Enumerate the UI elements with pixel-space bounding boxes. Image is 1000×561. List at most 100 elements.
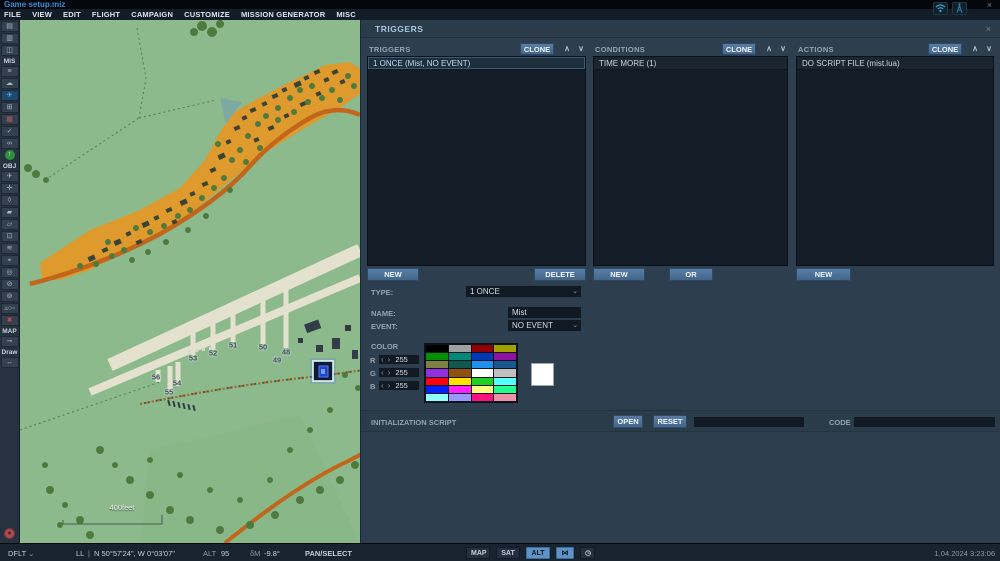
menu-view[interactable]: VIEW [32,10,52,19]
actions-move-up-icon[interactable]: ∧ [972,44,978,53]
alt-mode-button[interactable]: ALT [526,547,550,559]
briefing-icon[interactable]: ≡ [0,66,19,77]
palette-swatch[interactable] [448,377,471,385]
actions-clone-button[interactable]: CLONE [928,43,962,55]
map-shapes-icon[interactable]: ▵○▫ [0,303,19,314]
add-airplane-icon[interactable]: ✈ [0,171,19,182]
mission-goals-icon[interactable]: ✓ [0,126,19,137]
palette-swatch[interactable] [494,369,516,377]
palette-swatch[interactable] [471,369,494,377]
map-canvas[interactable] [20,20,360,543]
condition-or-button[interactable]: OR [669,268,713,281]
conditions-clone-button[interactable]: CLONE [722,43,756,55]
actions-list-item[interactable]: DO SCRIPT FILE (mist.lua) [797,57,993,70]
palette-swatch[interactable] [448,385,471,393]
open-mission-icon[interactable]: ▥ [0,33,19,44]
triggers-list-item[interactable]: 1 ONCE (Mist, NO EVENT) [368,57,585,70]
measure-distance-icon[interactable]: ↔ [0,357,19,368]
selected-unit-marker[interactable] [310,358,336,384]
triggers-list[interactable]: 1 ONCE (Mist, NO EVENT) [367,56,586,266]
spin-right-icon[interactable]: › [386,355,393,364]
palette-swatch[interactable] [494,353,516,361]
palette-swatch[interactable] [426,345,448,353]
actions-list[interactable]: DO SCRIPT FILE (mist.lua) [796,56,994,266]
menu-file[interactable]: FILE [4,10,21,19]
conditions-move-up-icon[interactable]: ∧ [766,44,772,53]
unit-placement-icon[interactable]: ⊞ [0,102,19,113]
type-dropdown[interactable]: 1 ONCE ⌄ [465,285,582,298]
add-ship-icon[interactable]: ◊ [0,195,19,206]
name-input[interactable] [507,306,582,319]
palette-swatch[interactable] [426,385,448,393]
sat-mode-button[interactable]: SAT [496,547,520,559]
notification-icon[interactable]: ● [4,528,15,539]
layer-selector[interactable]: DFLT ⌄ [8,549,34,558]
palette-swatch[interactable] [471,377,494,385]
map-key-icon[interactable]: ⊸ [0,336,19,347]
map-mode-button[interactable]: MAP [466,547,490,559]
add-template-icon[interactable]: ⊡ [0,231,19,242]
palette-swatch[interactable] [494,377,516,385]
rings-icon[interactable]: ⊚ [0,291,19,302]
save-mission-icon[interactable]: ◫ [0,45,19,56]
conditions-list-item[interactable]: TIME MORE (1) [594,57,787,70]
palette-swatch[interactable] [448,361,471,369]
delete-object-icon[interactable]: ✖ [0,315,19,326]
menu-misc[interactable]: MISC [336,10,356,19]
event-dropdown[interactable]: NO EVENT ⌄ [507,319,582,332]
zone-tools-icon[interactable]: ◎ [0,267,19,278]
script-file-input[interactable] [693,416,805,428]
actions-move-down-icon[interactable]: ∨ [986,44,992,53]
conditions-move-down-icon[interactable]: ∨ [780,44,786,53]
panel-close-icon[interactable]: × [986,24,991,34]
palette-swatch[interactable] [448,393,471,401]
palette-swatch[interactable] [494,385,516,393]
palette-swatch[interactable] [494,345,516,353]
spin-right-icon[interactable]: › [386,368,393,377]
palette-swatch[interactable] [494,393,516,401]
palette-swatch[interactable] [448,369,471,377]
palette-swatch[interactable] [448,345,471,353]
menu-customize[interactable]: CUSTOMIZE [184,10,230,19]
weather-icon[interactable]: ☁ [0,78,19,89]
palette-swatch[interactable] [471,393,494,401]
trigger-delete-button[interactable]: DELETE [534,268,586,281]
menu-campaign[interactable]: CAMPAIGN [131,10,173,19]
map-viewport[interactable]: 53 52 51 50 49 48 56 54 55 400feet [20,20,360,543]
palette-swatch[interactable] [426,393,448,401]
new-mission-icon[interactable]: ▤ [0,21,19,32]
action-new-button[interactable]: NEW [796,268,851,281]
wifi-icon[interactable] [933,2,948,15]
trigger-new-button[interactable]: NEW [367,268,419,281]
menu-mission-generator[interactable]: MISSION GENERATOR [241,10,325,19]
condition-new-button[interactable]: NEW [593,268,645,281]
triggers-move-up-icon[interactable]: ∧ [564,44,570,53]
palette-swatch[interactable] [426,377,448,385]
coordinate-mode-label[interactable]: LL [76,549,84,558]
menu-flight[interactable]: FLIGHT [92,10,120,19]
clock-toggle-icon[interactable]: ◷ [580,547,595,559]
trigger-rules-icon[interactable]: ∞ [0,138,19,149]
restricted-zone-icon[interactable]: ⊘ [0,279,19,290]
palette-swatch[interactable] [471,345,494,353]
add-helicopter-icon[interactable]: ✛ [0,183,19,194]
add-static-object-icon[interactable]: ▱ [0,219,19,230]
script-open-button[interactable]: OPEN [613,415,643,428]
triggers-clone-button[interactable]: CLONE [520,43,554,55]
palette-swatch[interactable] [426,369,448,377]
add-vehicle-icon[interactable]: ▰ [0,207,19,218]
spin-left-icon[interactable]: ‹ [379,368,386,377]
spin-left-icon[interactable]: ‹ [379,381,386,390]
palette-swatch[interactable] [426,361,448,369]
palette-swatch[interactable] [448,353,471,361]
spin-left-icon[interactable]: ‹ [379,355,386,364]
add-weapon-icon[interactable]: ≋ [0,243,19,254]
palette-swatch[interactable] [471,353,494,361]
conditions-list[interactable]: TIME MORE (1) [593,56,788,266]
color-b-stepper[interactable]: ‹ › 255 [378,380,420,391]
bridge-toggle-icon[interactable]: ⋈ [556,547,574,559]
menu-edit[interactable]: EDIT [63,10,81,19]
palette-swatch[interactable] [494,361,516,369]
spin-right-icon[interactable]: › [386,381,393,390]
palette-swatch[interactable] [471,361,494,369]
